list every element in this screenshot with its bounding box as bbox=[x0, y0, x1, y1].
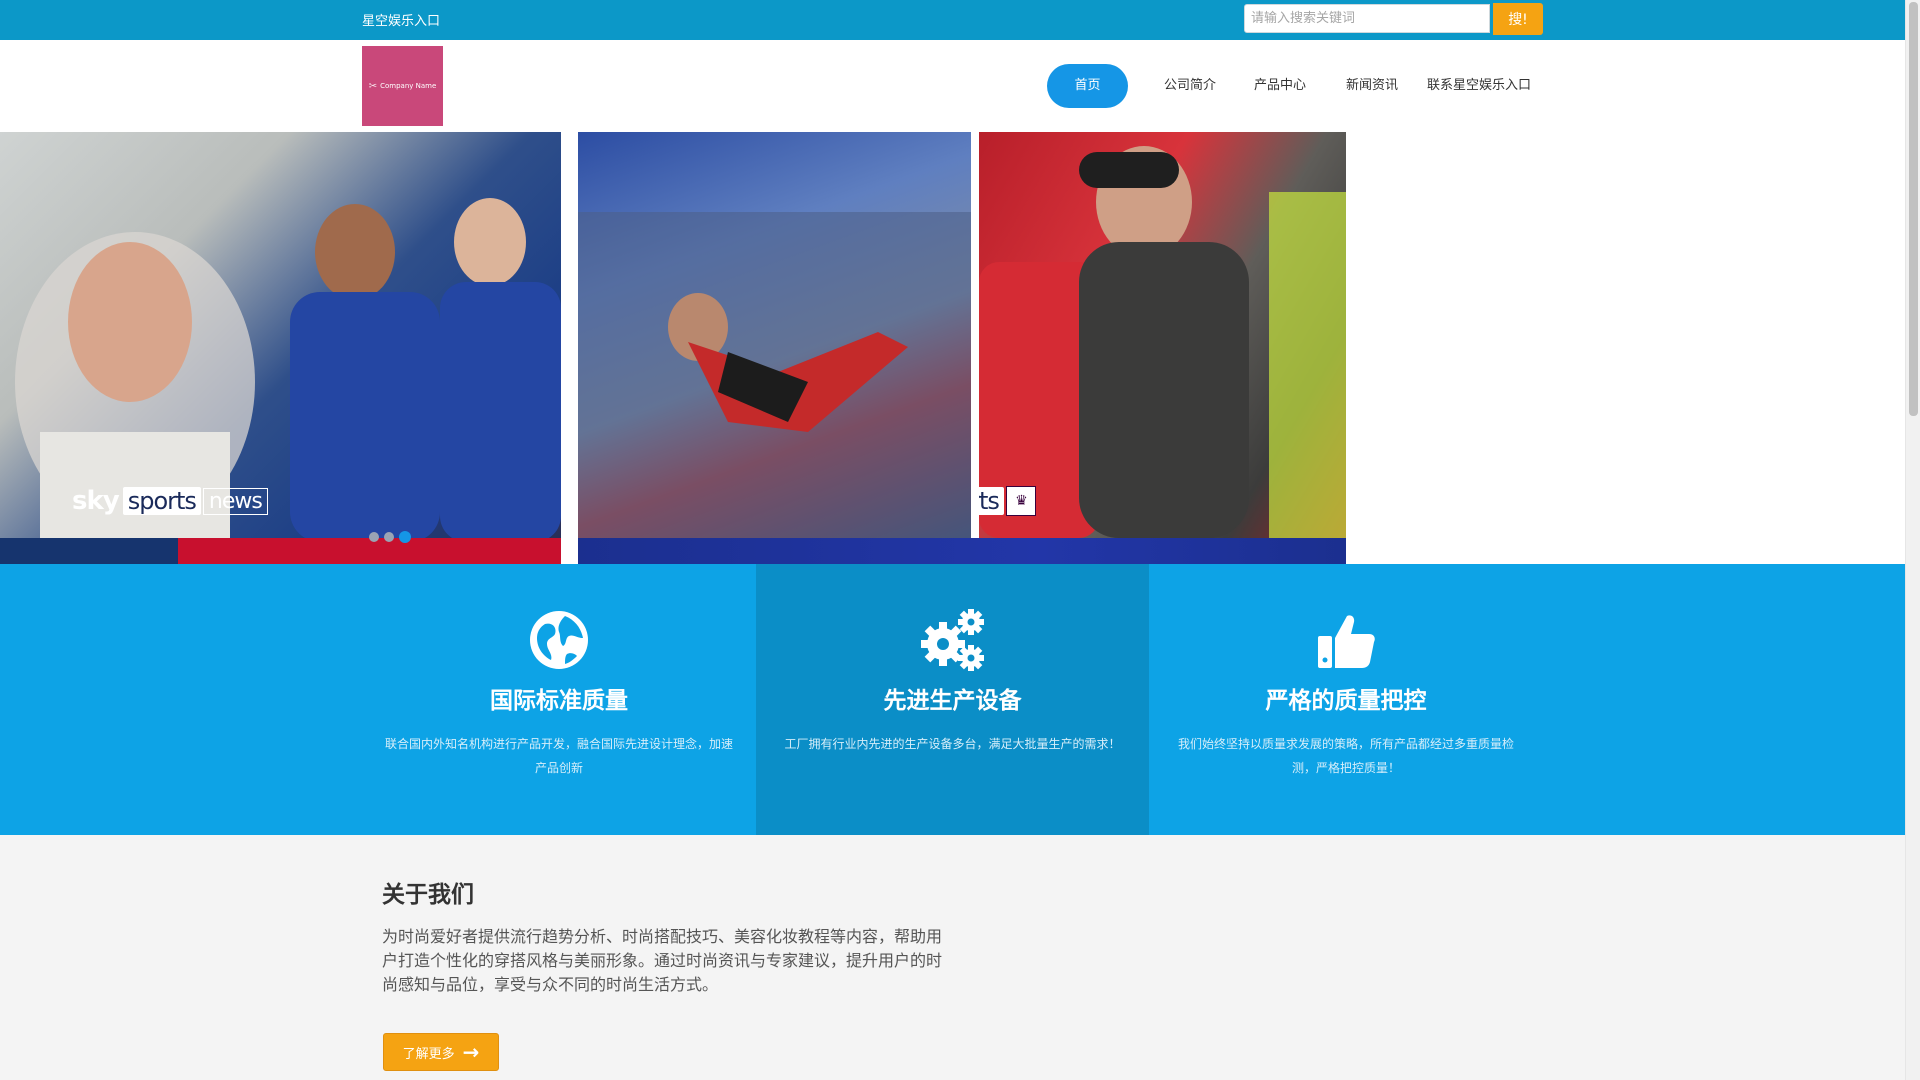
scrollbar-thumb[interactable] bbox=[1909, 2, 1918, 416]
about-section: 关于我们 为时尚爱好者提供流行趋势分析、时尚搭配技巧、美容化妆教程等内容，帮助用… bbox=[0, 835, 1905, 1080]
carousel-dot-1[interactable] bbox=[369, 532, 379, 542]
sports-text-2: sports bbox=[979, 487, 1004, 515]
photo3-figures bbox=[979, 146, 1346, 538]
sky-sports-pl-logo: sky sports ♛ bbox=[979, 486, 1036, 516]
news-text: news bbox=[202, 487, 268, 515]
about-text: 为时尚爱好者提供流行趋势分析、时尚搭配技巧、美容化妆教程等内容，帮助用户打造个性… bbox=[382, 927, 943, 994]
banner-carousel[interactable]: sky sports news sky sports ♛ bbox=[0, 132, 1905, 564]
learn-more-label: 了解更多 bbox=[402, 1046, 455, 1062]
gears-icon bbox=[920, 609, 984, 671]
feature-desc-equipment: 工厂拥有行业内先进的生产设备多台，满足大批量生产的需求！ bbox=[784, 737, 1121, 751]
feature-title-control: 严格的质量把控 bbox=[1265, 688, 1427, 714]
thumbs-up-icon bbox=[1318, 615, 1375, 668]
carousel-dot-3[interactable] bbox=[399, 531, 411, 543]
sky-sports-news-logo: sky sports news bbox=[72, 486, 268, 516]
carousel-dots bbox=[369, 531, 411, 543]
nav-item-home[interactable]: 首页 bbox=[1047, 64, 1128, 108]
nav-item-contact[interactable]: 联系星空娱乐入口 bbox=[1420, 64, 1538, 108]
site-name-link[interactable]: 星空娱乐入口 bbox=[362, 10, 440, 29]
banner-strip-blue bbox=[578, 538, 1346, 564]
carousel-dot-2[interactable] bbox=[384, 532, 394, 542]
feature-desc-quality: 联合国内外知名机构进行产品开发，融合国际先进设计理念，加速产品创新 bbox=[384, 737, 733, 775]
premier-league-icon: ♛ bbox=[1005, 486, 1036, 516]
sports-text: sports bbox=[122, 487, 201, 515]
page-scrollbar[interactable] bbox=[1905, 0, 1920, 1080]
nav-item-news[interactable]: 新闻资讯 bbox=[1332, 64, 1412, 108]
photo1-figures bbox=[15, 198, 561, 538]
photo2-figures bbox=[578, 212, 971, 538]
banner-photo-coach: sky sports ♛ bbox=[979, 132, 1346, 538]
nav-item-products[interactable]: 产品中心 bbox=[1240, 64, 1320, 108]
company-logo[interactable]: ✂ Company Name bbox=[362, 46, 443, 126]
search-input[interactable] bbox=[1244, 4, 1490, 33]
sky-text: sky bbox=[72, 486, 120, 516]
features-section: 国际标准质量 联合国内外知名机构进行产品开发，融合国际先进设计理念，加速产品创新 bbox=[0, 564, 1905, 835]
arrow-right-icon: → bbox=[462, 1040, 480, 1064]
about-title: 关于我们 bbox=[382, 882, 474, 908]
nav-item-company-intro[interactable]: 公司简介 bbox=[1150, 64, 1230, 108]
learn-more-button[interactable]: 了解更多 → bbox=[383, 1033, 499, 1071]
feature-title-equipment: 先进生产设备 bbox=[883, 688, 1022, 714]
feature-desc-control: 我们始终坚持以质量求发展的策略，所有产品都经过多重质量检测，严格把控质量！ bbox=[1177, 737, 1514, 775]
globe-icon bbox=[530, 611, 588, 669]
logo-text: Company Name bbox=[380, 82, 437, 90]
feature-card-control: 严格的质量把控 我们始终坚持以质量求发展的策略，所有产品都经过多重质量检测，严格… bbox=[1149, 564, 1543, 835]
top-bar: 星空娱乐入口 搜! bbox=[0, 0, 1905, 40]
logo-mark-icon: ✂ bbox=[368, 80, 378, 92]
banner-photo-player bbox=[578, 132, 971, 538]
feature-card-equipment: 先进生产设备 工厂拥有行业内先进的生产设备多台，满足大批量生产的需求！ bbox=[756, 564, 1149, 835]
banner-photo-manager: sky sports news bbox=[0, 132, 561, 538]
feature-title-quality: 国际标准质量 bbox=[490, 688, 628, 714]
banner-strip-navy bbox=[0, 538, 178, 564]
feature-card-quality: 国际标准质量 联合国内外知名机构进行产品开发，融合国际先进设计理念，加速产品创新 bbox=[362, 564, 756, 835]
search-button[interactable]: 搜! bbox=[1493, 3, 1543, 35]
header: ✂ Company Name 首页 公司简介 产品中心 新闻资讯 联系星空娱乐入… bbox=[0, 40, 1905, 132]
